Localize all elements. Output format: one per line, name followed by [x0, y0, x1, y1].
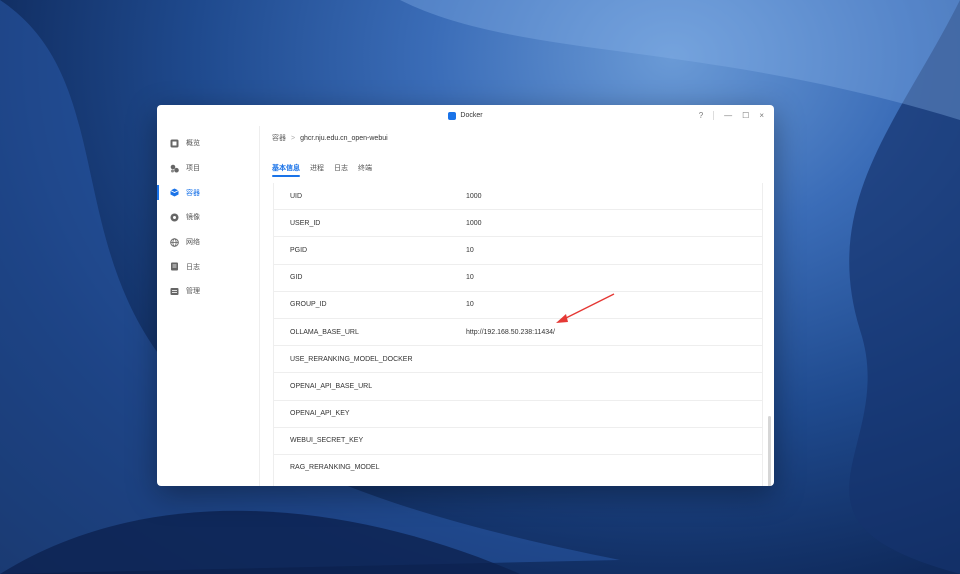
- breadcrumb: 容器 > ghcr.nju.edu.cn_open-webui: [272, 133, 388, 143]
- breadcrumb-separator: >: [291, 134, 296, 142]
- env-table: UID 1000 USER_ID 1000 PGID 10 GID 10 GRO…: [273, 183, 763, 486]
- table-row: UID 1000: [274, 183, 762, 211]
- env-key: RAG_RERANKING_MODEL: [290, 464, 380, 472]
- sidebar-item-project[interactable]: 项目: [157, 156, 259, 181]
- log-icon: [170, 262, 179, 271]
- sidebar-item-manage[interactable]: 管理: [157, 279, 259, 304]
- env-key: PGID: [290, 246, 308, 254]
- tab-process[interactable]: 进程: [310, 163, 324, 177]
- scrollbar-thumb[interactable]: [768, 416, 771, 486]
- table-row: USE_RERANKING_MODEL_DOCKER: [274, 346, 762, 374]
- env-key: USER_ID: [290, 219, 321, 227]
- window-controls: ? — ☐ ×: [699, 105, 764, 126]
- env-key: OLLAMA_BASE_URL: [290, 328, 359, 336]
- sidebar-item-label: 镜像: [186, 214, 200, 222]
- table-row: PGID 10: [274, 237, 762, 265]
- project-icon: [170, 164, 179, 173]
- minimize-button[interactable]: —: [724, 111, 732, 120]
- env-value: 10: [466, 274, 474, 282]
- main-panel: 容器 > ghcr.nju.edu.cn_open-webui 基本信息 进程 …: [260, 126, 774, 486]
- env-value: 1000: [466, 192, 482, 200]
- table-row: OLLAMA_BASE_URL http://192.168.50.238:11…: [274, 319, 762, 347]
- env-key: WEBUI_SECRET_KEY: [290, 437, 364, 445]
- tab-bar: 基本信息 进程 日志 终端: [272, 163, 372, 177]
- sidebar-item-label: 日志: [186, 263, 200, 271]
- env-key: OPENAI_API_KEY: [290, 410, 350, 418]
- image-icon: [170, 213, 179, 222]
- tab-basic-info[interactable]: 基本信息: [272, 163, 300, 177]
- tab-terminal[interactable]: 终端: [358, 163, 372, 177]
- container-icon: [170, 188, 179, 197]
- window-title: Docker: [460, 112, 483, 119]
- table-row: RAG_RERANKING_MODEL: [274, 455, 762, 481]
- overview-icon: [170, 139, 179, 148]
- env-value: 10: [466, 301, 474, 309]
- env-value: 1000: [466, 219, 482, 227]
- table-row: WEBUI_SECRET_KEY: [274, 428, 762, 455]
- table-row: GROUP_ID 10: [274, 292, 762, 319]
- divider: [713, 111, 715, 120]
- sidebar-item-log[interactable]: 日志: [157, 254, 259, 279]
- tab-logs[interactable]: 日志: [334, 163, 348, 177]
- table-row: OPENAI_API_KEY: [274, 401, 762, 428]
- sidebar-item-label: 项目: [186, 165, 200, 173]
- env-value: 10: [466, 246, 474, 254]
- help-button[interactable]: ?: [699, 111, 703, 120]
- sidebar: 概览 项目 容器 镜像 网络 日志 管理: [157, 126, 260, 486]
- env-key: GROUP_ID: [290, 301, 327, 309]
- breadcrumb-root[interactable]: 容器: [272, 133, 286, 143]
- sidebar-item-image[interactable]: 镜像: [157, 205, 259, 230]
- table-row: OPENAI_API_BASE_URL: [274, 373, 762, 401]
- network-icon: [170, 237, 179, 247]
- env-key: USE_RERANKING_MODEL_DOCKER: [290, 355, 413, 363]
- env-key: UID: [290, 192, 303, 200]
- title-bar: Docker ? — ☐ ×: [157, 105, 774, 126]
- docker-window: Docker ? — ☐ × 概览 项目 容器 镜像 网络 日志 管理 容器 >…: [157, 105, 774, 486]
- table-row: USER_ID 1000: [274, 210, 762, 238]
- breadcrumb-current: ghcr.nju.edu.cn_open-webui: [300, 134, 388, 142]
- sidebar-item-overview[interactable]: 概览: [157, 131, 259, 156]
- maximize-button[interactable]: ☐: [742, 111, 749, 120]
- docker-app-icon: [448, 111, 457, 120]
- manage-icon: [170, 287, 179, 296]
- sidebar-item-label: 管理: [186, 288, 200, 296]
- env-key: GID: [290, 274, 303, 282]
- env-key: OPENAI_API_BASE_URL: [290, 382, 373, 390]
- sidebar-item-network[interactable]: 网络: [157, 230, 259, 255]
- close-button[interactable]: ×: [759, 111, 764, 120]
- env-value: http://192.168.50.238:11434/: [466, 328, 556, 336]
- sidebar-item-container[interactable]: 容器: [157, 180, 259, 205]
- table-row: GID 10: [274, 265, 762, 292]
- sidebar-item-label: 容器: [186, 189, 200, 197]
- sidebar-item-label: 网络: [186, 239, 200, 247]
- sidebar-item-label: 概览: [186, 140, 200, 148]
